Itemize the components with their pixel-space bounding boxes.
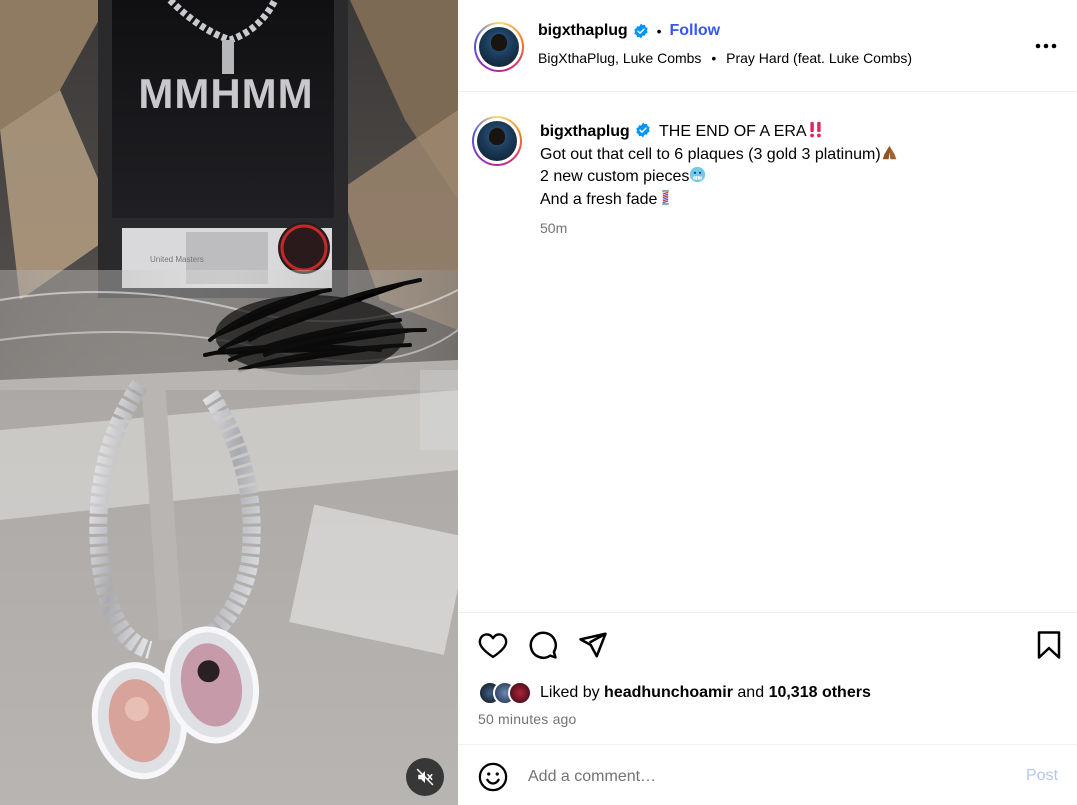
audio-artists-link[interactable]: BigXthaPlug, Luke Combs [538,50,701,66]
comment-bar: Post [458,744,1077,805]
save-button[interactable] [1032,628,1066,662]
verified-badge-icon [635,122,650,138]
caption-line-3: 2 new custom pieces [540,168,690,185]
heart-icon [478,633,508,659]
caption-line-1: THE END OF A ERA [659,123,807,140]
post-media[interactable]: MMHMM United Masters [0,0,458,805]
comment-button[interactable] [526,628,560,662]
post-header: bigxthaplug • Follow BigXthaPlug, Luke C… [458,0,1077,92]
comment-icon [529,631,557,659]
barber-pole-emoji [662,189,670,205]
author-avatar[interactable] [474,22,524,72]
cold-face-emoji [690,166,706,183]
liked-by-prefix: Liked by [540,684,600,701]
caption-author-avatar[interactable] [472,116,522,166]
caption-username-link[interactable]: bigxthaplug [540,123,630,140]
liker-avatars[interactable] [478,681,532,705]
send-icon [579,632,607,658]
separator-dot: • [656,23,662,39]
plaque-title: MMHMM [138,70,313,117]
share-button[interactable] [576,628,610,662]
caption-line-4: And a fresh fade [540,190,658,208]
post-details-panel: bigxthaplug • Follow BigXthaPlug, Luke C… [458,0,1077,805]
bookmark-icon [1037,631,1061,659]
smiley-icon [478,762,508,792]
caption-section: bigxthaplug THE END OF A ERA Got out tha… [458,92,1077,612]
audio-attribution: BigXthaPlug, Luke Combs • Pray Hard (fea… [538,50,912,66]
speaker-muted-icon [416,768,434,786]
folded-hands-emoji [882,145,896,159]
liked-by-and: and [737,684,765,701]
more-options-button[interactable] [1032,36,1060,56]
likes-others-link[interactable]: 10,318 others [769,684,871,702]
verified-badge-icon [633,23,648,39]
like-button[interactable] [476,628,510,662]
audio-track-link[interactable]: Pray Hard (feat. Luke Combs) [726,50,912,66]
mute-toggle-button[interactable] [406,758,444,796]
likes-summary: Liked by headhunchoamir and 10,318 other… [478,681,871,705]
liker-avatar [508,681,532,705]
caption-line-2: Got out that cell to 6 plaques (3 gold 3… [540,145,881,163]
post-comment-button[interactable]: Post [1026,767,1058,785]
post-actions: Liked by headhunchoamir and 10,318 other… [458,612,1077,744]
post-video-frame: MMHMM United Masters [0,0,458,805]
audio-separator: • [711,50,717,66]
liked-by-user-link[interactable]: headhunchoamir [604,684,733,702]
double-exclamation-emoji [809,121,821,138]
author-username-link[interactable]: bigxthaplug [538,22,628,40]
caption-time: 50m [540,220,568,236]
post-timestamp[interactable]: 50 minutes ago [478,711,577,727]
caption-text: bigxthaplug THE END OF A ERA Got out tha… [540,121,1060,211]
emoji-picker-button[interactable] [478,762,508,792]
follow-button[interactable]: Follow [669,22,720,40]
label-logo-text: United Masters [150,255,204,264]
more-horizontal-icon [1035,43,1057,49]
comment-input[interactable] [528,764,1008,790]
